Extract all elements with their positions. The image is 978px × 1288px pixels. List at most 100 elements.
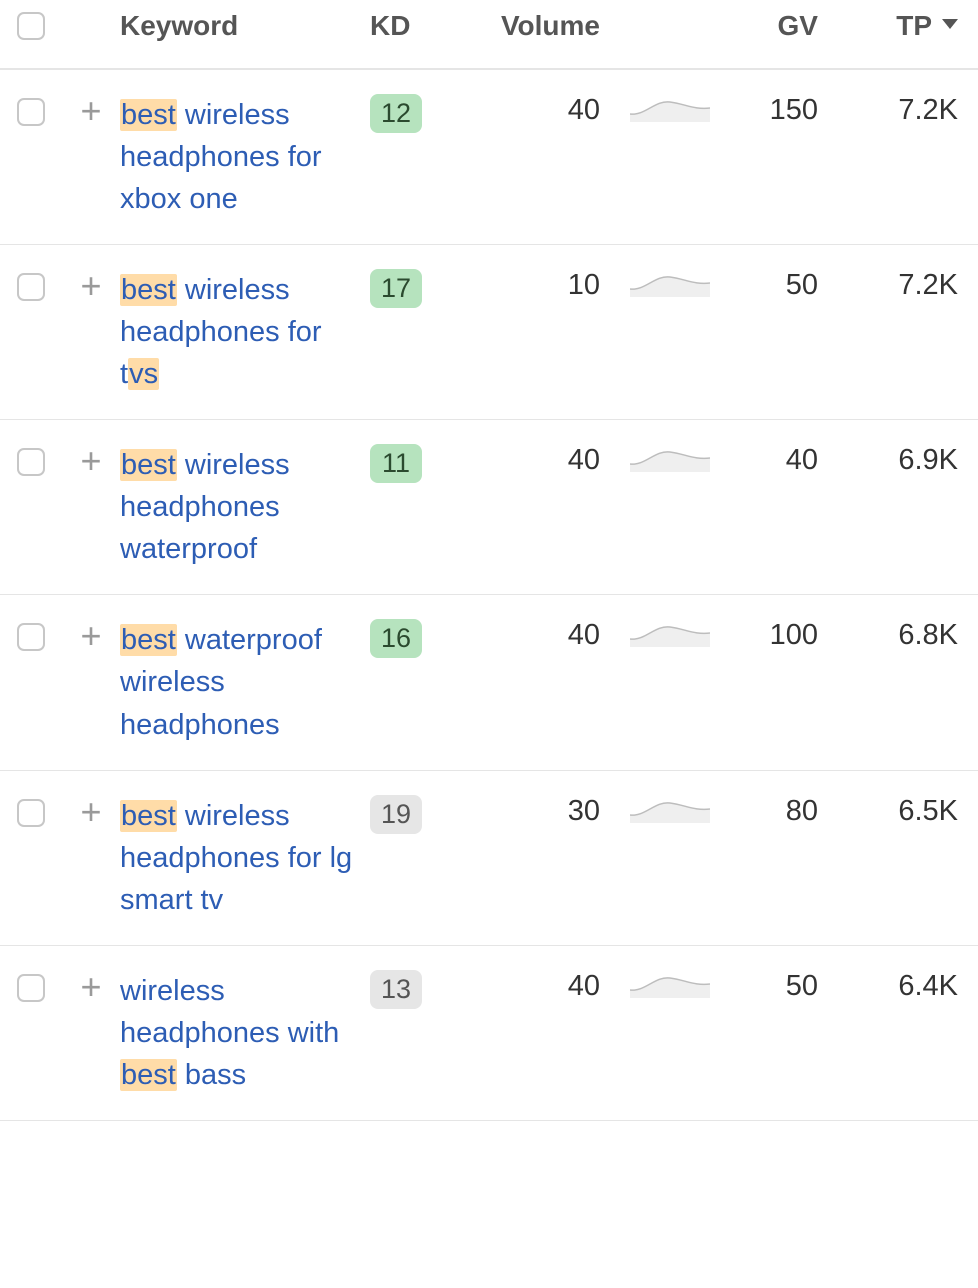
row-add-cell: + (62, 94, 120, 126)
column-header-tp[interactable]: TP (826, 10, 978, 42)
kd-badge: 13 (370, 970, 422, 1009)
row-add-cell: + (62, 269, 120, 301)
column-header-volume[interactable]: Volume (454, 10, 610, 42)
row-add-cell: + (62, 795, 120, 827)
trend-sparkline (630, 970, 710, 998)
column-header-tp-label: TP (896, 10, 932, 42)
row-checkbox-cell (0, 269, 62, 301)
table-row: + best wireless headphones waterproof 11 40… (0, 420, 978, 595)
highlight-token: vs (128, 358, 159, 390)
add-icon[interactable]: + (76, 271, 106, 301)
tp-cell: 7.2K (826, 269, 978, 302)
column-header-keyword[interactable]: Keyword (120, 10, 370, 42)
keyword-link[interactable]: best waterproof wireless headphones (120, 624, 322, 740)
highlight-token: best (120, 99, 177, 131)
row-checkbox-cell (0, 795, 62, 827)
keyword-cell: best wireless headphones for xbox one (120, 94, 370, 220)
row-checkbox[interactable] (17, 98, 45, 126)
keyword-link[interactable]: wireless headphones with best bass (120, 975, 339, 1091)
tp-cell: 6.4K (826, 970, 978, 1003)
gv-cell: 50 (730, 970, 826, 1003)
add-icon[interactable]: + (76, 972, 106, 1002)
highlight-token: best (120, 800, 177, 832)
kd-cell: 13 (370, 970, 454, 1009)
row-add-cell: + (62, 619, 120, 651)
trend-cell (610, 444, 730, 472)
table-row: + best wireless headphones for lg smart t… (0, 771, 978, 946)
row-checkbox-cell (0, 94, 62, 126)
row-checkbox-cell (0, 444, 62, 476)
trend-cell (610, 269, 730, 297)
table-header-row: Keyword KD Volume GV TP (0, 0, 978, 70)
keyword-link[interactable]: best wireless headphones for tvs (120, 274, 322, 390)
table-row: + best waterproof wireless headphones 16 40… (0, 595, 978, 770)
column-header-gv[interactable]: GV (730, 10, 826, 42)
volume-cell: 40 (454, 619, 610, 652)
keyword-cell: best wireless headphones for tvs (120, 269, 370, 395)
row-checkbox-cell (0, 619, 62, 651)
volume-cell: 40 (454, 970, 610, 1003)
trend-sparkline (630, 94, 710, 122)
kd-badge: 12 (370, 94, 422, 133)
column-header-kd[interactable]: KD (370, 10, 454, 42)
trend-sparkline (630, 444, 710, 472)
gv-cell: 80 (730, 795, 826, 828)
add-icon[interactable]: + (76, 621, 106, 651)
select-all-checkbox[interactable] (17, 12, 45, 40)
highlight-token: best (120, 274, 177, 306)
gv-cell: 40 (730, 444, 826, 477)
kd-badge: 17 (370, 269, 422, 308)
gv-cell: 50 (730, 269, 826, 302)
trend-cell (610, 970, 730, 998)
tp-cell: 6.5K (826, 795, 978, 828)
tp-cell: 6.8K (826, 619, 978, 652)
add-icon[interactable]: + (76, 446, 106, 476)
keyword-cell: best wireless headphones for lg smart tv (120, 795, 370, 921)
add-icon[interactable]: + (76, 96, 106, 126)
row-add-cell: + (62, 444, 120, 476)
row-checkbox[interactable] (17, 799, 45, 827)
table-row: +best wireless headphones for tvs1710507… (0, 245, 978, 420)
row-add-cell: + (62, 970, 120, 1002)
row-checkbox[interactable] (17, 448, 45, 476)
trend-sparkline (630, 795, 710, 823)
kd-cell: 19 (370, 795, 454, 834)
row-checkbox[interactable] (17, 623, 45, 651)
keyword-link[interactable]: best wireless headphones waterproof (120, 449, 290, 565)
sort-desc-icon (942, 19, 958, 29)
highlight-token: best (120, 624, 177, 656)
kd-badge: 11 (370, 444, 422, 483)
volume-cell: 40 (454, 444, 610, 477)
keyword-link[interactable]: best wireless headphones for lg smart tv (120, 800, 352, 916)
table-row: + best wireless headphones for xbox one 12… (0, 70, 978, 245)
row-checkbox[interactable] (17, 273, 45, 301)
kd-cell: 11 (370, 444, 454, 483)
trend-cell (610, 619, 730, 647)
highlight-token: best (120, 1059, 177, 1091)
kd-cell: 12 (370, 94, 454, 133)
keyword-cell: best wireless headphones waterproof (120, 444, 370, 570)
trend-cell (610, 94, 730, 122)
kd-cell: 16 (370, 619, 454, 658)
trend-sparkline (630, 619, 710, 647)
tp-cell: 6.9K (826, 444, 978, 477)
row-checkbox[interactable] (17, 974, 45, 1002)
tp-cell: 7.2K (826, 94, 978, 127)
header-checkbox-cell (0, 12, 62, 40)
keyword-cell: best waterproof wireless headphones (120, 619, 370, 745)
keyword-link[interactable]: best wireless headphones for xbox one (120, 99, 322, 215)
kd-badge: 16 (370, 619, 422, 658)
kd-badge: 19 (370, 795, 422, 834)
highlight-token: best (120, 449, 177, 481)
add-icon[interactable]: + (76, 797, 106, 827)
gv-cell: 100 (730, 619, 826, 652)
keyword-cell: wireless headphones with best bass (120, 970, 370, 1096)
row-checkbox-cell (0, 970, 62, 1002)
volume-cell: 30 (454, 795, 610, 828)
trend-cell (610, 795, 730, 823)
kd-cell: 17 (370, 269, 454, 308)
gv-cell: 150 (730, 94, 826, 127)
trend-sparkline (630, 269, 710, 297)
keyword-table: Keyword KD Volume GV TP + best wireless h… (0, 0, 978, 1121)
volume-cell: 40 (454, 94, 610, 127)
